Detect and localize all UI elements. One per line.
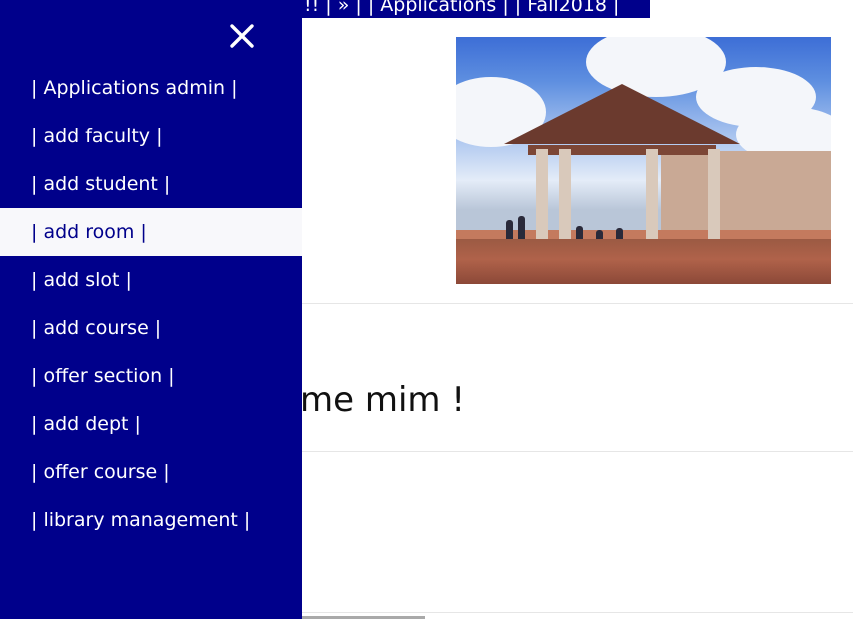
nav-item-offer-section[interactable]: | offer section | xyxy=(0,352,302,400)
pillar-shape xyxy=(646,149,658,244)
ground-shape xyxy=(456,239,831,284)
side-navigation: | Applications admin | | add faculty | |… xyxy=(0,0,302,619)
close-icon-glyph xyxy=(230,24,254,48)
close-icon[interactable] xyxy=(226,20,258,52)
nav-item-add-course[interactable]: | add course | xyxy=(0,304,302,352)
nav-item-applications-admin[interactable]: | Applications admin | xyxy=(0,64,302,112)
nav-item-library-management[interactable]: | library management | xyxy=(0,496,302,544)
pillar-shape xyxy=(708,149,720,244)
roof-beam-shape xyxy=(528,145,716,155)
nav-item-add-dept[interactable]: | add dept | xyxy=(0,400,302,448)
roof-shape xyxy=(504,84,740,144)
nav-item-offer-course[interactable]: | offer course | xyxy=(0,448,302,496)
nav-item-add-faculty[interactable]: | add faculty | xyxy=(0,112,302,160)
welcome-heading: me mim ! xyxy=(300,380,465,420)
nav-list: | Applications admin | | add faculty | |… xyxy=(0,64,302,544)
breadcrumb-text: !! | » | | Applications | | Fall2018 | xyxy=(304,0,620,16)
breadcrumb[interactable]: !! | » | | Applications | | Fall2018 | xyxy=(298,0,650,18)
pillar-shape xyxy=(559,149,571,244)
nav-item-add-room[interactable]: | add room | xyxy=(0,208,302,256)
page: !! | » | | Applications | | Fall2018 | m… xyxy=(0,0,853,619)
campus-photo xyxy=(456,37,831,284)
pillar-shape xyxy=(536,149,548,244)
nav-item-add-slot[interactable]: | add slot | xyxy=(0,256,302,304)
nav-item-add-student[interactable]: | add student | xyxy=(0,160,302,208)
